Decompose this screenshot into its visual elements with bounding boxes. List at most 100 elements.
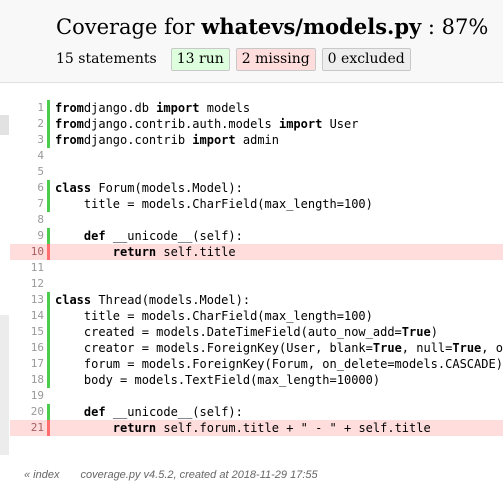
line-number[interactable]: 16 <box>10 340 44 356</box>
line-number[interactable]: 21 <box>10 420 44 436</box>
coverage-marker <box>47 180 50 196</box>
source-line: 9 def __unicode__(self): <box>10 228 503 244</box>
coverage-marker <box>47 308 50 324</box>
line-code: title = models.CharField(max_length=100) <box>55 196 373 212</box>
page-title: Coverage for whatevs/models.py : 87% <box>56 14 488 39</box>
keyword-token: import <box>192 133 236 147</box>
coverage-marker <box>47 148 50 164</box>
code-token: creator = models.ForeignKey(User, blank= <box>55 341 373 355</box>
line-number[interactable]: 12 <box>10 276 44 292</box>
line-code: class Thread(models.Model): <box>55 292 250 308</box>
index-link[interactable]: « index <box>24 469 59 481</box>
keyword-token: return <box>112 421 157 435</box>
source-line: 4 <box>10 148 503 164</box>
line-number[interactable]: 8 <box>10 212 44 228</box>
left-edge-strip <box>0 115 9 135</box>
coverage-marker <box>47 388 50 404</box>
source-line: 5 <box>10 164 503 180</box>
line-number[interactable]: 9 <box>10 228 44 244</box>
source-line: 10 return self.title <box>10 244 503 260</box>
source-line: 20 def __unicode__(self): <box>10 404 503 420</box>
source-line: 2 fromdjango.contrib.auth.models import U… <box>10 116 503 132</box>
line-number[interactable]: 18 <box>10 372 44 388</box>
line-number[interactable]: 5 <box>10 164 44 180</box>
line-number[interactable]: 2 <box>10 116 44 132</box>
run-toggle-button[interactable]: 13 run <box>170 47 230 71</box>
line-number[interactable]: 3 <box>10 132 44 148</box>
source-line: 16 creator = models.ForeignKey(User, bla… <box>10 340 503 356</box>
source-line: 1 fromdjango.db import models <box>10 100 503 116</box>
code-token: User <box>322 117 359 131</box>
source-line: 21 return self.forum.title + " - " + sel… <box>10 420 503 436</box>
missing-toggle-button[interactable]: 2 missing <box>235 47 316 71</box>
line-code: return self.title <box>55 244 236 260</box>
code-token: created = models.DateTimeField(auto_now_… <box>55 325 402 339</box>
code-token: __unicode__(self): <box>105 405 243 419</box>
line-number[interactable]: 13 <box>10 292 44 308</box>
code-token: self.title <box>156 245 236 259</box>
line-code: fromdjango.contrib.auth.models import Us… <box>55 116 358 132</box>
line-number[interactable]: 17 <box>10 356 44 372</box>
code-token: forum = models.ForeignKey(Forum, on_dele… <box>55 357 503 371</box>
coverage-marker <box>47 292 50 308</box>
coverage-marker <box>47 228 50 244</box>
title-separator: : <box>421 15 442 39</box>
coverage-marker <box>47 420 50 436</box>
footer-info: coverage.py v4.5.2, created at 2018-11-2… <box>80 469 318 481</box>
line-code: fromdjango.contrib import admin <box>55 132 279 148</box>
header: Coverage for whatevs/models.py : 87% 15 … <box>0 0 503 83</box>
source-line: 7 title = models.CharField(max_length=10… <box>10 196 503 212</box>
line-code: def __unicode__(self): <box>55 228 243 244</box>
line-code: created = models.DateTimeField(auto_now_… <box>55 324 438 340</box>
line-code: class Forum(models.Model): <box>55 180 243 196</box>
coverage-marker <box>47 340 50 356</box>
statement-count: 15 statements <box>56 51 157 67</box>
stats-bar: 15 statements 13 run 2 missing 0 exclude… <box>56 47 411 71</box>
source-line: 11 <box>10 260 503 276</box>
line-number[interactable]: 10 <box>10 244 44 260</box>
line-number[interactable]: 11 <box>10 260 44 276</box>
line-code: return self.forum.title + " - " + self.t… <box>55 420 431 436</box>
source-line: 8 <box>10 212 503 228</box>
coverage-marker <box>47 100 50 116</box>
keyword-token: return <box>112 245 157 259</box>
coverage-percent: 87% <box>441 15 489 39</box>
coverage-marker <box>47 324 50 340</box>
line-number[interactable]: 1 <box>10 100 44 116</box>
source-line: 6 class Forum(models.Model): <box>10 180 503 196</box>
source-listing: 1 fromdjango.db import models 2 fromdjango.… <box>10 100 503 436</box>
keyword-token: from <box>55 101 84 115</box>
coverage-marker <box>47 196 50 212</box>
code-token: django.contrib.auth.models <box>83 117 279 131</box>
line-number[interactable]: 20 <box>10 404 44 420</box>
code-token: ) <box>430 325 438 339</box>
keyword-token: import <box>278 117 323 131</box>
coverage-marker <box>47 276 50 292</box>
code-token: Forum(models.Model): <box>91 181 243 195</box>
line-number[interactable]: 14 <box>10 308 44 324</box>
code-token: django.contrib <box>83 133 193 147</box>
line-number[interactable]: 7 <box>10 196 44 212</box>
keyword-token: def <box>83 405 106 419</box>
line-code: title = models.CharField(max_length=100) <box>55 308 373 324</box>
keyword-token: from <box>55 117 84 131</box>
coverage-marker <box>47 356 50 372</box>
line-number[interactable]: 15 <box>10 324 44 340</box>
keyword-token: class <box>55 181 92 195</box>
line-number[interactable]: 6 <box>10 180 44 196</box>
title-prefix: Coverage for <box>56 15 202 39</box>
line-number[interactable]: 19 <box>10 388 44 404</box>
source-line: 14 title = models.CharField(max_length=1… <box>10 308 503 324</box>
coverage-marker <box>47 116 50 132</box>
code-token: , null= <box>401 341 453 355</box>
excluded-toggle-button[interactable]: 0 excluded <box>321 47 411 71</box>
keyword-token: True <box>401 325 431 339</box>
coverage-marker <box>47 372 50 388</box>
code-token: self.forum.title + " - " + self.title <box>156 421 431 435</box>
line-number[interactable]: 4 <box>10 148 44 164</box>
code-token: title = models.CharField(max_length=100) <box>55 309 373 323</box>
